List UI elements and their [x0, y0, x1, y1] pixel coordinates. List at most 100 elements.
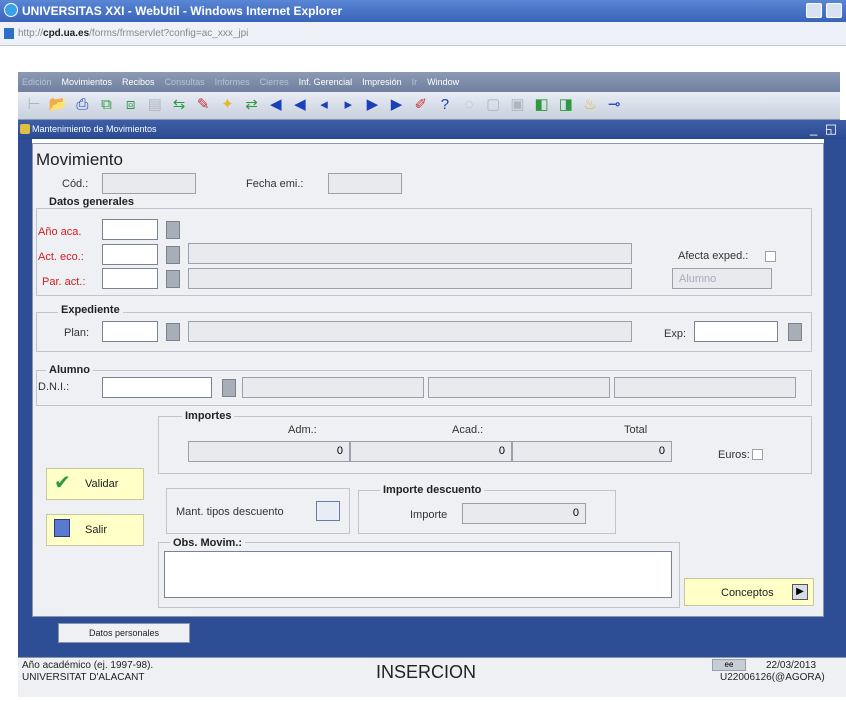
page-icon — [4, 28, 14, 39]
previous-record-icon[interactable]: ◂ — [314, 96, 334, 114]
importe-field: 0 — [462, 503, 586, 524]
address-path: /forms/frmservlet?config=ac_xxx_jpi — [89, 28, 249, 39]
menu-item-9[interactable]: Window — [427, 77, 459, 87]
adm-label: Adm.: — [288, 424, 317, 436]
menu-item-5[interactable]: Cierres — [260, 77, 289, 87]
next-block-icon[interactable]: ▶ — [362, 96, 382, 114]
menu-item-1[interactable]: Movimientos — [62, 77, 113, 87]
form-heading: Movimiento — [36, 150, 123, 169]
copy-icon[interactable]: ⧉ — [97, 96, 117, 114]
datos-personales-button[interactable]: Datos personales — [58, 623, 190, 643]
par-act-field[interactable] — [102, 268, 158, 289]
plan-label: Plan: — [64, 327, 90, 339]
window-icon[interactable]: ▢ — [483, 96, 503, 114]
clear-icon[interactable]: ▤ — [145, 96, 165, 114]
plan-lov-button[interactable] — [166, 323, 180, 341]
afecta-exped-label: Afecta exped.: — [678, 250, 749, 262]
notes-icon[interactable]: ◧ — [532, 96, 552, 114]
frame-icon — [20, 124, 30, 134]
menu-item-8[interactable]: Ir — [412, 77, 418, 87]
frame-border-left — [18, 139, 32, 657]
expediente-title: Expediente — [58, 304, 123, 316]
exit-door-icon — [54, 519, 70, 537]
importe-descuento-title: Importe descuento — [380, 484, 485, 496]
menu-bar: Edición Movimientos Recibos Consultas Inform… — [18, 72, 840, 92]
exp-field[interactable] — [694, 321, 778, 342]
address-bar[interactable]: http://cpd.ua.es/forms/frmservlet?config… — [0, 22, 846, 46]
anio-aca-label: Año aca. — [38, 226, 82, 238]
menu-item-6[interactable]: Inf. Gerencial — [299, 77, 353, 87]
maximize-button[interactable] — [826, 3, 842, 18]
obs-textarea[interactable] — [164, 551, 672, 598]
importes-title: Importes — [182, 410, 235, 422]
list-icon[interactable]: ▣ — [507, 96, 527, 114]
print-icon[interactable]: ⎙ — [72, 96, 92, 114]
fecha-emi-label: Fecha emi.: — [246, 178, 304, 190]
toolbar: ⊢ 📂 ⎙ ⧉ ⧈ ▤ ⇆ ✎ ✦ ⇄ ◀ ◀ ◂ ▸ ▶ ▶ ✐ ? ◌ ▢ … — [18, 92, 840, 120]
calendar-icon[interactable] — [316, 501, 340, 521]
act-eco-lov-button[interactable] — [166, 246, 180, 264]
alumno-select[interactable]: Alumno — [672, 268, 772, 289]
status-hint-line2: UNIVERSITAT D'ALACANT — [22, 672, 145, 683]
dni-field[interactable] — [102, 377, 212, 398]
last-block-icon[interactable]: ▶ — [387, 96, 407, 114]
menu-item-7[interactable]: Impresión — [362, 77, 402, 87]
open-folder-icon[interactable]: 📂 — [48, 96, 68, 114]
applet-margin — [0, 46, 846, 70]
par-act-label: Par. act.: — [42, 276, 86, 288]
key-icon[interactable]: ⊸ — [604, 96, 624, 114]
act-eco-label: Act. eco.: — [38, 251, 84, 263]
alumno-title: Alumno — [46, 364, 93, 376]
menu-item-2[interactable]: Recibos — [122, 77, 155, 87]
window-title: UNIVERSITAS XXI - WebUtil - Windows Inte… — [0, 0, 846, 22]
total-label: Total — [624, 424, 648, 436]
edit-icon[interactable]: ✐ — [411, 96, 431, 114]
anio-aca-field[interactable] — [102, 219, 158, 240]
check-icon: ✔ — [54, 472, 71, 494]
frame-border-right — [824, 139, 846, 657]
act-eco-description — [188, 243, 632, 264]
status-hint-line1: Año académico (ej. 1997-98). — [22, 660, 154, 671]
previous-block-icon[interactable]: ◀ — [290, 96, 310, 114]
dni-lov-button[interactable] — [222, 379, 236, 397]
importe-label: Importe — [410, 509, 448, 521]
mant-tipos-descuento-label: Mant. tipos descuento — [176, 506, 284, 518]
obs-label: Obs. Movim.: — [170, 537, 246, 549]
menu-item-4[interactable]: Informes — [215, 77, 250, 87]
help-icon[interactable]: ? — [435, 96, 455, 114]
menu-item-0[interactable]: Edición — [22, 77, 52, 87]
cod-field[interactable] — [102, 173, 196, 194]
paste-icon[interactable]: ⧈ — [121, 96, 141, 114]
par-act-description — [188, 268, 632, 289]
afecta-exped-checkbox[interactable] — [765, 251, 776, 262]
par-act-lov-button[interactable] — [166, 270, 180, 288]
plan-description — [188, 321, 632, 342]
execute-query-icon[interactable]: ⇄ — [242, 96, 262, 114]
frame-title: Mantenimiento de Movimientos — [18, 120, 846, 139]
query-icon[interactable]: ✦ — [217, 96, 237, 114]
insert-record-icon[interactable]: ⇆ — [169, 96, 189, 114]
status-mode: INSERCION — [376, 662, 477, 682]
exp-lov-button[interactable] — [788, 323, 802, 341]
plan-field[interactable] — [102, 321, 158, 342]
euros-checkbox[interactable] — [752, 449, 763, 460]
minimize-button[interactable] — [806, 3, 822, 18]
menu-item-3[interactable]: Consultas — [165, 77, 205, 87]
ie-icon — [4, 3, 18, 17]
total-field: 0 — [512, 441, 672, 462]
display-icon[interactable]: ◌ — [459, 96, 479, 114]
acad-label: Acad.: — [452, 424, 484, 436]
back-icon[interactable]: ⊢ — [24, 96, 44, 114]
adm-field: 0 — [188, 441, 350, 462]
delete-record-icon[interactable]: ✎ — [193, 96, 213, 114]
status-indicator: ee — [712, 659, 746, 671]
fecha-emi-field[interactable] — [328, 173, 402, 194]
java-icon[interactable]: ♨ — [580, 96, 600, 114]
act-eco-field[interactable] — [102, 244, 158, 265]
apellido2-field — [614, 377, 796, 398]
anio-aca-lov-button[interactable] — [166, 221, 180, 239]
first-block-icon[interactable]: ◀ — [266, 96, 286, 114]
next-record-icon[interactable]: ▸ — [338, 96, 358, 114]
book-icon[interactable]: ◨ — [556, 96, 576, 114]
acad-field: 0 — [350, 441, 512, 462]
